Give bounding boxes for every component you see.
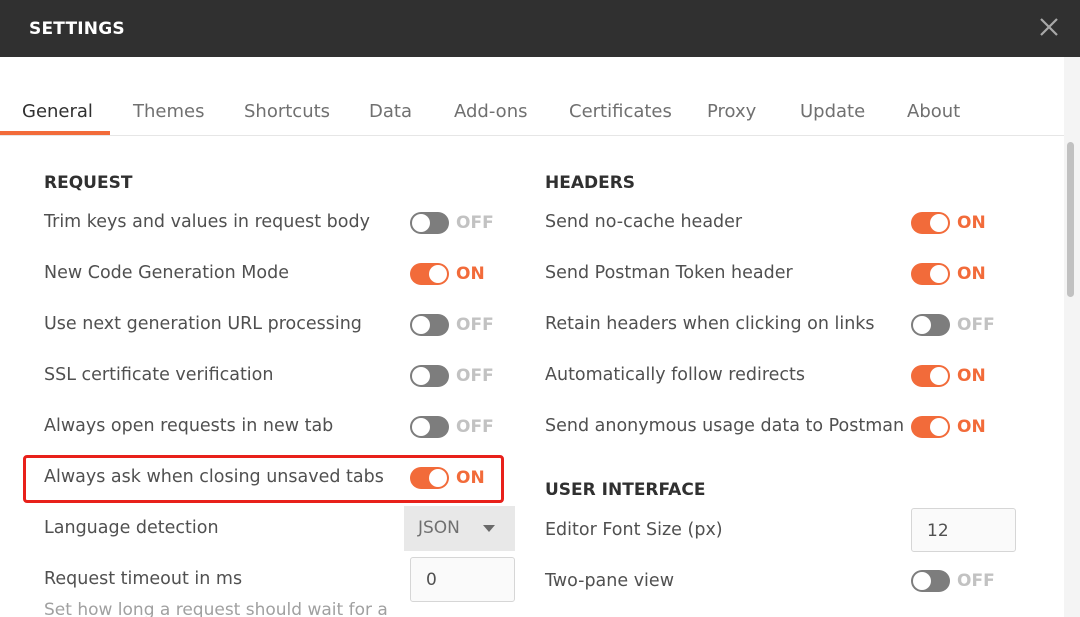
- tab-data[interactable]: Data: [369, 101, 412, 122]
- ssl-state: OFF: [456, 366, 494, 386]
- ssl-toggle[interactable]: [410, 365, 449, 387]
- retain-headers-state: OFF: [957, 315, 995, 335]
- usage-data-state: ON: [957, 417, 986, 437]
- tab-about[interactable]: About: [907, 101, 960, 122]
- two-pane-toggle[interactable]: [911, 570, 950, 592]
- retain-headers-toggle[interactable]: [911, 314, 950, 336]
- tab-proxy[interactable]: Proxy: [707, 101, 756, 122]
- new-tab-label: Always open requests in new tab: [44, 416, 334, 436]
- language-detection-value: JSON: [418, 518, 460, 538]
- ask-closing-toggle[interactable]: [410, 467, 449, 489]
- new-tab-state: OFF: [456, 417, 494, 437]
- tab-update[interactable]: Update: [800, 101, 865, 122]
- two-pane-state: OFF: [957, 571, 995, 591]
- postman-token-toggle[interactable]: [911, 263, 950, 285]
- tab-shortcuts[interactable]: Shortcuts: [244, 101, 330, 122]
- title-bar: SETTINGS: [0, 0, 1080, 57]
- window-title: SETTINGS: [29, 19, 125, 39]
- next-url-label: Use next generation URL processing: [44, 314, 362, 334]
- code-gen-state: ON: [456, 264, 485, 284]
- ask-closing-state: ON: [456, 468, 485, 488]
- language-detection-select[interactable]: JSON: [404, 506, 515, 551]
- trim-keys-label: Trim keys and values in request body: [44, 212, 370, 232]
- usage-data-label: Send anonymous usage data to Postman: [545, 416, 905, 436]
- request-section-title: REQUEST: [44, 173, 133, 193]
- no-cache-label: Send no-cache header: [545, 212, 743, 232]
- timeout-input[interactable]: 0: [410, 557, 515, 602]
- timeout-value: 0: [426, 570, 437, 590]
- follow-redirects-state: ON: [957, 366, 986, 386]
- ask-closing-label: Always ask when closing unsaved tabs: [44, 467, 384, 487]
- chevron-down-icon: [483, 525, 495, 532]
- tab-general[interactable]: General: [22, 101, 93, 122]
- font-size-value: 12: [927, 521, 949, 541]
- tab-themes[interactable]: Themes: [133, 101, 204, 122]
- next-url-state: OFF: [456, 315, 494, 335]
- no-cache-toggle[interactable]: [911, 212, 950, 234]
- follow-redirects-label: Automatically follow redirects: [545, 365, 806, 385]
- settings-tabs: General Themes Shortcuts Data Add-ons Ce…: [0, 57, 1064, 136]
- headers-section-title: HEADERS: [545, 173, 636, 193]
- postman-token-label: Send Postman Token header: [545, 263, 793, 283]
- timeout-label: Request timeout in ms: [44, 569, 243, 589]
- active-tab-indicator: [0, 131, 110, 135]
- new-tab-toggle[interactable]: [410, 416, 449, 438]
- trim-keys-toggle[interactable]: [410, 212, 449, 234]
- ui-section-title: USER INTERFACE: [545, 480, 706, 500]
- close-icon[interactable]: [1036, 14, 1062, 40]
- font-size-label: Editor Font Size (px): [545, 520, 723, 540]
- scrollbar-track[interactable]: [1064, 57, 1080, 617]
- follow-redirects-toggle[interactable]: [911, 365, 950, 387]
- code-gen-label: New Code Generation Mode: [44, 263, 289, 283]
- scrollbar-thumb[interactable]: [1067, 142, 1074, 297]
- timeout-helper-text: Set how long a request should wait for a: [44, 600, 388, 617]
- two-pane-label: Two-pane view: [545, 571, 675, 591]
- tab-certificates[interactable]: Certificates: [569, 101, 672, 122]
- no-cache-state: ON: [957, 213, 986, 233]
- retain-headers-label: Retain headers when clicking on links: [545, 314, 875, 334]
- font-size-input[interactable]: 12: [911, 508, 1016, 552]
- usage-data-toggle[interactable]: [911, 416, 950, 438]
- tab-add-ons[interactable]: Add-ons: [454, 101, 527, 122]
- language-detection-label: Language detection: [44, 518, 219, 538]
- trim-keys-state: OFF: [456, 213, 494, 233]
- code-gen-toggle[interactable]: [410, 263, 449, 285]
- next-url-toggle[interactable]: [410, 314, 449, 336]
- postman-token-state: ON: [957, 264, 986, 284]
- ssl-label: SSL certificate verification: [44, 365, 274, 385]
